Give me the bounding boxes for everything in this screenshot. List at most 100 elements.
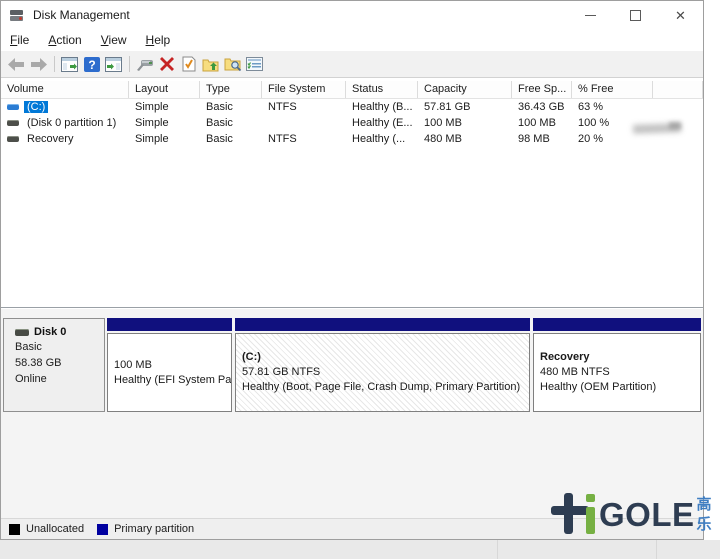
- column-header-filler: [653, 81, 703, 98]
- svg-text:?: ?: [88, 58, 95, 72]
- legend-label: Unallocated: [26, 523, 84, 535]
- help-icon: ?: [84, 57, 100, 72]
- disk-tool-icon: [136, 57, 154, 71]
- disk-management-window: Disk Management ✕ File Action View Help: [0, 0, 704, 540]
- disk-icon: [15, 329, 29, 336]
- disk-status: Online: [15, 373, 104, 386]
- forward-icon: [30, 58, 47, 71]
- back-icon: [8, 58, 25, 71]
- disk-management-app-icon: [10, 9, 25, 22]
- delete-icon: [160, 57, 174, 71]
- maximize-icon: [630, 10, 641, 21]
- primary-partition-swatch: [97, 524, 108, 535]
- partition-size: 480 MB NTFS: [540, 365, 700, 380]
- volume-name: (Disk 0 partition 1): [24, 117, 119, 129]
- partition-color-bar: [235, 318, 530, 331]
- menu-file[interactable]: File: [10, 33, 29, 47]
- unallocated-swatch: [9, 524, 20, 535]
- partition-color-bar: [533, 318, 701, 331]
- partition-size: 57.81 GB NTFS: [242, 365, 529, 380]
- volume-row-c[interactable]: (C:) Simple Basic NTFS Healthy (B... 57.…: [1, 99, 703, 115]
- disk0-info-panel[interactable]: Disk 0 Basic 58.38 GB Online: [3, 318, 105, 412]
- background-line: [497, 540, 498, 559]
- logo-text-chinese: 高乐: [697, 495, 720, 535]
- disk-size: 58.38 GB: [15, 357, 104, 370]
- partition-status: Healthy (OEM Partition): [540, 380, 700, 395]
- cell-capacity: 480 MB: [418, 133, 512, 145]
- legend-primary-partition: Primary partition: [97, 523, 194, 535]
- column-header-file-system[interactable]: File System: [262, 81, 346, 98]
- partition-efi[interactable]: 100 MB Healthy (EFI System Pa: [107, 318, 232, 412]
- volume-icon: [7, 104, 19, 110]
- volume-row-recovery[interactable]: Recovery Simple Basic NTFS Healthy (... …: [1, 131, 703, 147]
- folder-find-icon: [224, 56, 242, 72]
- column-header-pct-free[interactable]: % Free: [572, 81, 653, 98]
- background-strip: [0, 540, 720, 559]
- column-header-volume[interactable]: Volume: [1, 81, 129, 98]
- column-header-free-space[interactable]: Free Sp...: [512, 81, 572, 98]
- minimize-icon: [585, 15, 596, 16]
- partition-size: 100 MB: [114, 358, 231, 373]
- volume-icon: [7, 136, 19, 142]
- check-document-button[interactable]: [178, 54, 199, 75]
- cell-type: Basic: [200, 117, 262, 129]
- column-header-layout[interactable]: Layout: [129, 81, 200, 98]
- menu-view[interactable]: View: [101, 33, 127, 47]
- volume-icon: [7, 120, 19, 126]
- volume-row-partition1[interactable]: (Disk 0 partition 1) Simple Basic Health…: [1, 115, 703, 131]
- legend-label: Primary partition: [114, 523, 194, 535]
- logo-text: GOLE: [599, 495, 695, 535]
- check-document-icon: [182, 56, 196, 72]
- partition-status: Healthy (Boot, Page File, Crash Dump, Pr…: [242, 380, 529, 395]
- partition-c[interactable]: (C:) 57.81 GB NTFS Healthy (Boot, Page F…: [235, 318, 530, 412]
- volume-name: Recovery: [24, 133, 76, 145]
- disk-type: Basic: [15, 341, 104, 354]
- properties-list-button[interactable]: [244, 54, 265, 75]
- cell-file-system: NTFS: [262, 101, 346, 113]
- cell-type: Basic: [200, 101, 262, 113]
- folder-up-icon: [202, 57, 219, 72]
- maximize-button[interactable]: [613, 1, 658, 29]
- column-header-status[interactable]: Status: [346, 81, 418, 98]
- disk0-row: Disk 0 Basic 58.38 GB Online 100 MB Heal…: [3, 318, 701, 412]
- background-line: [656, 540, 657, 559]
- toolbar: ?: [1, 51, 703, 78]
- show-hide-action-pane-icon: [105, 57, 122, 72]
- cell-pct-free: 20 %: [572, 133, 653, 145]
- menu-bar: File Action View Help: [1, 29, 703, 52]
- disk-tool-button[interactable]: [134, 54, 155, 75]
- background-right: [704, 0, 720, 540]
- title-bar: Disk Management ✕: [1, 1, 703, 29]
- forward-button[interactable]: [28, 54, 49, 75]
- show-hide-action-pane-button[interactable]: [103, 54, 124, 75]
- toolbar-separator: [54, 56, 55, 72]
- column-header-type[interactable]: Type: [200, 81, 262, 98]
- folder-up-button[interactable]: [200, 54, 221, 75]
- cell-layout: Simple: [129, 133, 200, 145]
- cell-status: Healthy (E...: [346, 117, 418, 129]
- volume-list-header: Volume Layout Type File System Status Ca…: [1, 81, 703, 99]
- column-header-capacity[interactable]: Capacity: [418, 81, 512, 98]
- delete-button[interactable]: [156, 54, 177, 75]
- cell-status: Healthy (...: [346, 133, 418, 145]
- close-icon: ✕: [675, 9, 686, 22]
- menu-help[interactable]: Help: [146, 33, 171, 47]
- cell-layout: Simple: [129, 117, 200, 129]
- close-button[interactable]: ✕: [658, 1, 703, 29]
- partition-recovery[interactable]: Recovery 480 MB NTFS Healthy (OEM Partit…: [533, 318, 701, 412]
- cell-free-space: 100 MB: [512, 117, 572, 129]
- logo-cross-icon: [551, 493, 591, 535]
- minimize-button[interactable]: [568, 1, 613, 29]
- back-button[interactable]: [6, 54, 27, 75]
- show-hide-console-tree-button[interactable]: [59, 54, 80, 75]
- toolbar-separator: [129, 56, 130, 72]
- cell-layout: Simple: [129, 101, 200, 113]
- menu-action[interactable]: Action: [48, 33, 81, 47]
- properties-list-icon: [246, 57, 263, 71]
- folder-find-button[interactable]: [222, 54, 243, 75]
- cell-capacity: 100 MB: [418, 117, 512, 129]
- window-title: Disk Management: [33, 8, 130, 22]
- cell-file-system: NTFS: [262, 133, 346, 145]
- pane-splitter[interactable]: [1, 307, 703, 308]
- help-button[interactable]: ?: [81, 54, 102, 75]
